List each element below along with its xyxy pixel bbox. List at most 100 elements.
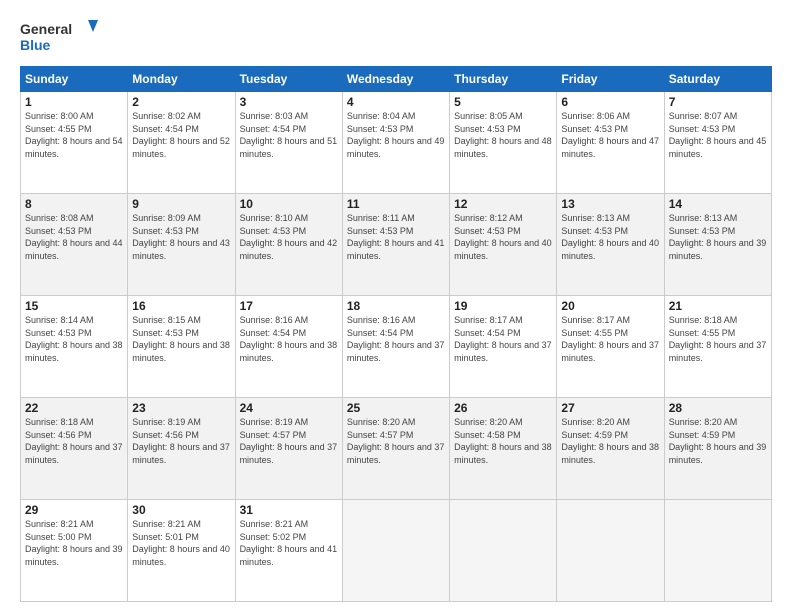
calendar-day-header: Sunday [21,67,128,92]
day-number: 1 [25,95,123,109]
calendar-day-cell: 15 Sunrise: 8:14 AMSunset: 4:53 PMDaylig… [21,296,128,398]
calendar-day-cell: 25 Sunrise: 8:20 AMSunset: 4:57 PMDaylig… [342,398,449,500]
calendar-day-cell: 12 Sunrise: 8:12 AMSunset: 4:53 PMDaylig… [450,194,557,296]
calendar-day-cell: 8 Sunrise: 8:08 AMSunset: 4:53 PMDayligh… [21,194,128,296]
day-number: 24 [240,401,338,415]
day-number: 31 [240,503,338,517]
day-number: 6 [561,95,659,109]
page-header: General Blue [20,16,772,56]
calendar-day-cell: 27 Sunrise: 8:20 AMSunset: 4:59 PMDaylig… [557,398,664,500]
calendar-week-row: 8 Sunrise: 8:08 AMSunset: 4:53 PMDayligh… [21,194,772,296]
calendar-day-cell: 16 Sunrise: 8:15 AMSunset: 4:53 PMDaylig… [128,296,235,398]
day-info: Sunrise: 8:06 AMSunset: 4:53 PMDaylight:… [561,110,659,160]
day-info: Sunrise: 8:05 AMSunset: 4:53 PMDaylight:… [454,110,552,160]
day-info: Sunrise: 8:11 AMSunset: 4:53 PMDaylight:… [347,212,445,262]
day-number: 20 [561,299,659,313]
day-info: Sunrise: 8:20 AMSunset: 4:57 PMDaylight:… [347,416,445,466]
calendar-day-header: Tuesday [235,67,342,92]
day-number: 21 [669,299,767,313]
calendar-day-cell [557,500,664,602]
calendar-day-cell: 6 Sunrise: 8:06 AMSunset: 4:53 PMDayligh… [557,92,664,194]
calendar-day-cell: 13 Sunrise: 8:13 AMSunset: 4:53 PMDaylig… [557,194,664,296]
calendar-day-cell: 2 Sunrise: 8:02 AMSunset: 4:54 PMDayligh… [128,92,235,194]
day-number: 30 [132,503,230,517]
day-number: 13 [561,197,659,211]
day-info: Sunrise: 8:17 AMSunset: 4:54 PMDaylight:… [454,314,552,364]
calendar-day-cell: 26 Sunrise: 8:20 AMSunset: 4:58 PMDaylig… [450,398,557,500]
calendar-week-row: 22 Sunrise: 8:18 AMSunset: 4:56 PMDaylig… [21,398,772,500]
day-info: Sunrise: 8:21 AMSunset: 5:02 PMDaylight:… [240,518,338,568]
day-number: 14 [669,197,767,211]
day-number: 10 [240,197,338,211]
day-number: 11 [347,197,445,211]
calendar-day-cell: 7 Sunrise: 8:07 AMSunset: 4:53 PMDayligh… [664,92,771,194]
day-info: Sunrise: 8:17 AMSunset: 4:55 PMDaylight:… [561,314,659,364]
day-number: 12 [454,197,552,211]
calendar-day-header: Monday [128,67,235,92]
calendar-day-cell: 4 Sunrise: 8:04 AMSunset: 4:53 PMDayligh… [342,92,449,194]
day-info: Sunrise: 8:21 AMSunset: 5:01 PMDaylight:… [132,518,230,568]
day-info: Sunrise: 8:20 AMSunset: 4:59 PMDaylight:… [561,416,659,466]
day-info: Sunrise: 8:07 AMSunset: 4:53 PMDaylight:… [669,110,767,160]
day-info: Sunrise: 8:18 AMSunset: 4:55 PMDaylight:… [669,314,767,364]
day-number: 15 [25,299,123,313]
calendar-day-cell: 23 Sunrise: 8:19 AMSunset: 4:56 PMDaylig… [128,398,235,500]
calendar-day-header: Wednesday [342,67,449,92]
calendar-day-cell [342,500,449,602]
calendar-day-cell: 11 Sunrise: 8:11 AMSunset: 4:53 PMDaylig… [342,194,449,296]
logo: General Blue [20,16,100,56]
calendar-day-header: Thursday [450,67,557,92]
calendar-day-cell: 3 Sunrise: 8:03 AMSunset: 4:54 PMDayligh… [235,92,342,194]
calendar-week-row: 29 Sunrise: 8:21 AMSunset: 5:00 PMDaylig… [21,500,772,602]
day-info: Sunrise: 8:13 AMSunset: 4:53 PMDaylight:… [669,212,767,262]
day-info: Sunrise: 8:10 AMSunset: 4:53 PMDaylight:… [240,212,338,262]
calendar-day-cell: 14 Sunrise: 8:13 AMSunset: 4:53 PMDaylig… [664,194,771,296]
calendar-day-cell: 18 Sunrise: 8:16 AMSunset: 4:54 PMDaylig… [342,296,449,398]
calendar-day-cell: 29 Sunrise: 8:21 AMSunset: 5:00 PMDaylig… [21,500,128,602]
calendar-day-cell: 19 Sunrise: 8:17 AMSunset: 4:54 PMDaylig… [450,296,557,398]
day-number: 27 [561,401,659,415]
day-info: Sunrise: 8:15 AMSunset: 4:53 PMDaylight:… [132,314,230,364]
calendar-week-row: 1 Sunrise: 8:00 AMSunset: 4:55 PMDayligh… [21,92,772,194]
day-number: 5 [454,95,552,109]
day-info: Sunrise: 8:19 AMSunset: 4:57 PMDaylight:… [240,416,338,466]
calendar-day-header: Friday [557,67,664,92]
day-number: 25 [347,401,445,415]
calendar-day-cell: 9 Sunrise: 8:09 AMSunset: 4:53 PMDayligh… [128,194,235,296]
calendar-day-cell [664,500,771,602]
day-number: 16 [132,299,230,313]
day-number: 17 [240,299,338,313]
calendar-day-cell [450,500,557,602]
calendar-day-cell: 17 Sunrise: 8:16 AMSunset: 4:54 PMDaylig… [235,296,342,398]
calendar-day-cell: 10 Sunrise: 8:10 AMSunset: 4:53 PMDaylig… [235,194,342,296]
day-info: Sunrise: 8:12 AMSunset: 4:53 PMDaylight:… [454,212,552,262]
day-number: 26 [454,401,552,415]
day-info: Sunrise: 8:21 AMSunset: 5:00 PMDaylight:… [25,518,123,568]
calendar-header-row: SundayMondayTuesdayWednesdayThursdayFrid… [21,67,772,92]
calendar-day-cell: 24 Sunrise: 8:19 AMSunset: 4:57 PMDaylig… [235,398,342,500]
day-info: Sunrise: 8:02 AMSunset: 4:54 PMDaylight:… [132,110,230,160]
calendar-week-row: 15 Sunrise: 8:14 AMSunset: 4:53 PMDaylig… [21,296,772,398]
day-number: 3 [240,95,338,109]
day-number: 18 [347,299,445,313]
logo-svg: General Blue [20,16,100,56]
calendar-day-cell: 5 Sunrise: 8:05 AMSunset: 4:53 PMDayligh… [450,92,557,194]
day-info: Sunrise: 8:16 AMSunset: 4:54 PMDaylight:… [347,314,445,364]
day-number: 7 [669,95,767,109]
day-number: 29 [25,503,123,517]
calendar-day-cell: 20 Sunrise: 8:17 AMSunset: 4:55 PMDaylig… [557,296,664,398]
svg-text:Blue: Blue [20,37,51,53]
day-number: 2 [132,95,230,109]
day-info: Sunrise: 8:19 AMSunset: 4:56 PMDaylight:… [132,416,230,466]
day-info: Sunrise: 8:13 AMSunset: 4:53 PMDaylight:… [561,212,659,262]
calendar-day-cell: 21 Sunrise: 8:18 AMSunset: 4:55 PMDaylig… [664,296,771,398]
svg-text:General: General [20,21,72,37]
day-number: 22 [25,401,123,415]
day-info: Sunrise: 8:03 AMSunset: 4:54 PMDaylight:… [240,110,338,160]
day-info: Sunrise: 8:16 AMSunset: 4:54 PMDaylight:… [240,314,338,364]
calendar-day-header: Saturday [664,67,771,92]
calendar-day-cell: 31 Sunrise: 8:21 AMSunset: 5:02 PMDaylig… [235,500,342,602]
day-info: Sunrise: 8:08 AMSunset: 4:53 PMDaylight:… [25,212,123,262]
day-info: Sunrise: 8:20 AMSunset: 4:59 PMDaylight:… [669,416,767,466]
day-info: Sunrise: 8:20 AMSunset: 4:58 PMDaylight:… [454,416,552,466]
